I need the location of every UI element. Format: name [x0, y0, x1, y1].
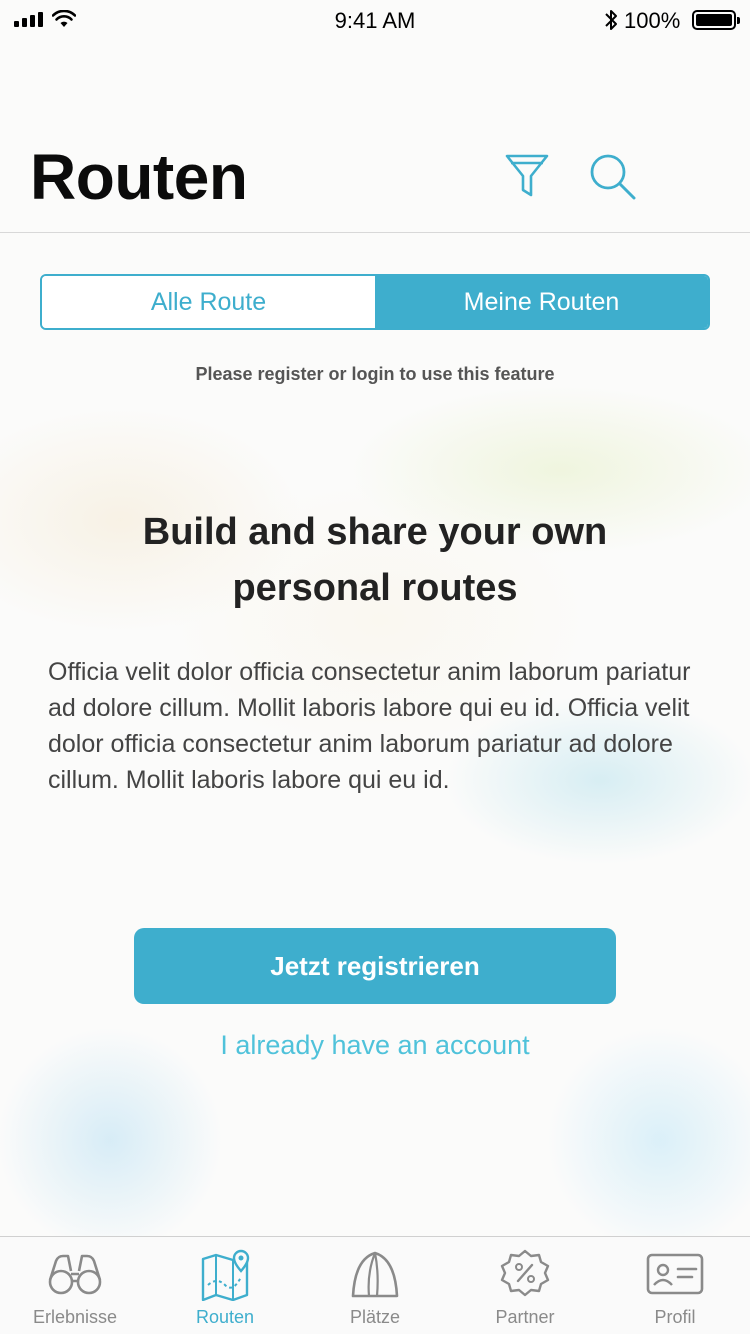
tab-bar: Erlebnisse Routen Plätze Partner Profil — [0, 1236, 750, 1334]
search-button[interactable] — [588, 152, 638, 202]
segmented-control: Alle Route Meine Routen — [40, 274, 710, 330]
map-route-icon — [201, 1249, 250, 1301]
segment-alle-route[interactable]: Alle Route — [42, 276, 375, 328]
tab-label: Routen — [195, 1307, 255, 1327]
filter-button[interactable] — [504, 152, 550, 200]
status-bar: 9:41 AM 100% — [0, 0, 750, 40]
battery-percentage: 100% — [624, 8, 681, 33]
tab-plaetze[interactable]: Plätze — [300, 1237, 450, 1334]
promo-body: Officia velit dolor officia consectetur … — [48, 658, 691, 794]
filter-icon — [505, 154, 549, 197]
page-title: Routen — [30, 141, 248, 213]
tab-erlebnisse[interactable]: Erlebnisse — [0, 1237, 150, 1334]
tab-partner[interactable]: Partner — [450, 1237, 600, 1334]
segment-meine-routen[interactable]: Meine Routen — [375, 276, 708, 328]
bluetooth-icon — [605, 10, 617, 30]
promo-headline-line1: Build and share your own — [142, 511, 608, 553]
discount-badge-icon — [500, 1249, 550, 1297]
tab-label: Profil — [654, 1307, 696, 1327]
header-divider — [0, 232, 750, 233]
promo-headline-line2: personal routes — [232, 567, 518, 609]
tab-profil[interactable]: Profil — [600, 1237, 750, 1334]
binoculars-icon — [48, 1254, 102, 1295]
tab-label: Partner — [495, 1307, 555, 1327]
id-card-icon — [646, 1253, 704, 1295]
login-link[interactable]: I already have an account — [0, 1030, 750, 1061]
tab-routen[interactable]: Routen — [150, 1237, 300, 1334]
login-notice: Please register or login to use this fea… — [195, 364, 555, 384]
register-button[interactable]: Jetzt registrieren — [134, 928, 616, 1004]
tent-icon — [351, 1251, 399, 1298]
tab-label: Plätze — [349, 1307, 401, 1327]
promo-headline: Build and share your own personal routes — [75, 504, 675, 616]
battery-icon — [692, 10, 740, 30]
tab-label: Erlebnisse — [32, 1307, 118, 1327]
search-icon — [590, 154, 636, 200]
